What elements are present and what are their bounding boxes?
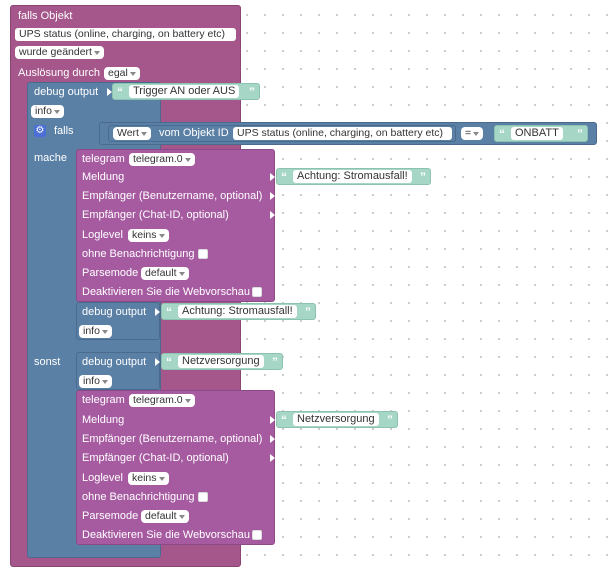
mache-label: mache xyxy=(34,152,68,164)
telegram-2-meldung-label: Meldung xyxy=(82,414,125,426)
telegram-1-deaktivieren-checkbox[interactable] xyxy=(252,287,262,297)
debug-mache-string[interactable]: “ Achtung: Stromausfall! ” xyxy=(161,303,316,320)
telegram-1-ohne-checkbox[interactable] xyxy=(198,249,208,259)
condition-object-field[interactable]: UPS status (online, charging, on battery… xyxy=(233,127,452,140)
telegram-2-deaktivieren-label: Deaktivieren Sie die Webvorschau xyxy=(82,529,250,541)
telegram-1-loglevel-dropdown[interactable]: keins xyxy=(128,229,169,242)
quote-close-icon: ” xyxy=(577,127,583,141)
telegram-1-parsemode-label: Parsemode xyxy=(82,267,139,279)
telegram-2-meldung-text[interactable]: Netzversorgung xyxy=(293,413,379,426)
falls-label: falls xyxy=(54,125,74,137)
telegram-2-empf-chat-label: Empfänger (Chat-ID, optional) xyxy=(82,452,229,464)
trigger-title: falls Objekt xyxy=(18,10,73,22)
telegram-1-empf-user-notch xyxy=(270,192,275,200)
trigger-object-field[interactable]: UPS status (online, charging, on battery… xyxy=(15,28,236,41)
debug-sonst-input-notch xyxy=(155,358,160,366)
debug-mache-label: debug output xyxy=(82,306,147,318)
telegram-1-instance-dropdown[interactable]: telegram.0 xyxy=(129,153,195,166)
telegram-2-loglevel-label: Loglevel xyxy=(82,472,123,484)
gear-icon[interactable]: ⚙ xyxy=(34,125,46,137)
telegram-2-instance-dropdown[interactable]: telegram.0 xyxy=(129,394,195,407)
debug-top-label: debug output xyxy=(34,86,99,98)
quote-close-icon: ” xyxy=(387,413,393,427)
telegram-2-meldung-string[interactable]: “ Netzversorgung ” xyxy=(276,411,398,428)
quote-open-icon: “ xyxy=(281,413,287,427)
condition-value-string[interactable]: “ ONBATT ” xyxy=(494,125,588,142)
quote-close-icon: ” xyxy=(305,305,311,319)
wert-dropdown[interactable]: Wert xyxy=(113,127,151,140)
debug-sonst-label: debug output xyxy=(82,356,147,368)
ausloesung-label: Auslösung durch xyxy=(18,67,100,79)
quote-open-icon: “ xyxy=(166,305,172,319)
debug-top-text[interactable]: Trigger AN oder AUS xyxy=(129,85,240,98)
quote-open-icon: “ xyxy=(166,355,172,369)
telegram-2-meldung-notch xyxy=(270,416,275,424)
ausloesung-dropdown[interactable]: egal xyxy=(104,67,140,80)
quote-open-icon: “ xyxy=(499,127,505,141)
quote-open-icon: “ xyxy=(281,170,287,184)
trigger-event-dropdown[interactable]: wurde geändert xyxy=(15,46,104,59)
telegram-2-ohne-label: ohne Benachrichtigung xyxy=(82,491,195,503)
debug-mache-text[interactable]: Achtung: Stromausfall! xyxy=(178,305,297,318)
telegram-2-ohne-checkbox[interactable] xyxy=(198,492,208,502)
telegram-1-empf-chat-notch xyxy=(270,211,275,219)
telegram-1-meldung-label: Meldung xyxy=(82,171,125,183)
condition-value-text[interactable]: ONBATT xyxy=(511,127,563,140)
telegram-1-label: telegram xyxy=(82,153,125,165)
operator-dropdown[interactable]: = xyxy=(461,127,484,140)
debug-sonst-string[interactable]: “ Netzversorgung ” xyxy=(161,353,283,370)
telegram-1-empf-user-label: Empfänger (Benutzername, optional) xyxy=(82,190,263,202)
telegram-2-parsemode-label: Parsemode xyxy=(82,510,139,522)
telegram-1-deaktivieren-label: Deaktivieren Sie die Webvorschau xyxy=(82,286,250,298)
telegram-1-meldung-string[interactable]: “ Achtung: Stromausfall! ” xyxy=(276,168,431,185)
telegram-1-ohne-label: ohne Benachrichtigung xyxy=(82,248,195,260)
debug-sonst-level-dropdown[interactable]: info xyxy=(79,375,112,388)
debug-top-string[interactable]: “ Trigger AN oder AUS ” xyxy=(112,83,260,100)
telegram-2-empf-chat-notch xyxy=(270,454,275,462)
telegram-2-empf-user-notch xyxy=(270,435,275,443)
telegram-1-meldung-notch xyxy=(270,173,275,181)
quote-open-icon: “ xyxy=(117,85,123,99)
quote-close-icon: ” xyxy=(420,170,426,184)
telegram-1-empf-chat-label: Empfänger (Chat-ID, optional) xyxy=(82,209,229,221)
vom-objekt-label: vom Objekt ID xyxy=(159,127,229,139)
telegram-2-label: telegram xyxy=(82,394,125,406)
telegram-1-meldung-text[interactable]: Achtung: Stromausfall! xyxy=(293,170,412,183)
debug-sonst-text[interactable]: Netzversorgung xyxy=(178,355,264,368)
debug-top-level-dropdown[interactable]: info xyxy=(31,105,64,118)
telegram-1-parsemode-dropdown[interactable]: default xyxy=(141,267,189,280)
debug-mache-level-dropdown[interactable]: info xyxy=(79,325,112,338)
telegram-2-loglevel-dropdown[interactable]: keins xyxy=(128,472,169,485)
sonst-label: sonst xyxy=(34,356,61,368)
telegram-2-empf-user-label: Empfänger (Benutzername, optional) xyxy=(82,433,263,445)
telegram-2-parsemode-dropdown[interactable]: default xyxy=(141,510,189,523)
telegram-1-loglevel-label: Loglevel xyxy=(82,229,123,241)
debug-mache-input-notch xyxy=(155,308,160,316)
telegram-2-deaktivieren-checkbox[interactable] xyxy=(252,530,262,540)
quote-close-icon: ” xyxy=(249,85,255,99)
quote-close-icon: ” xyxy=(272,355,278,369)
